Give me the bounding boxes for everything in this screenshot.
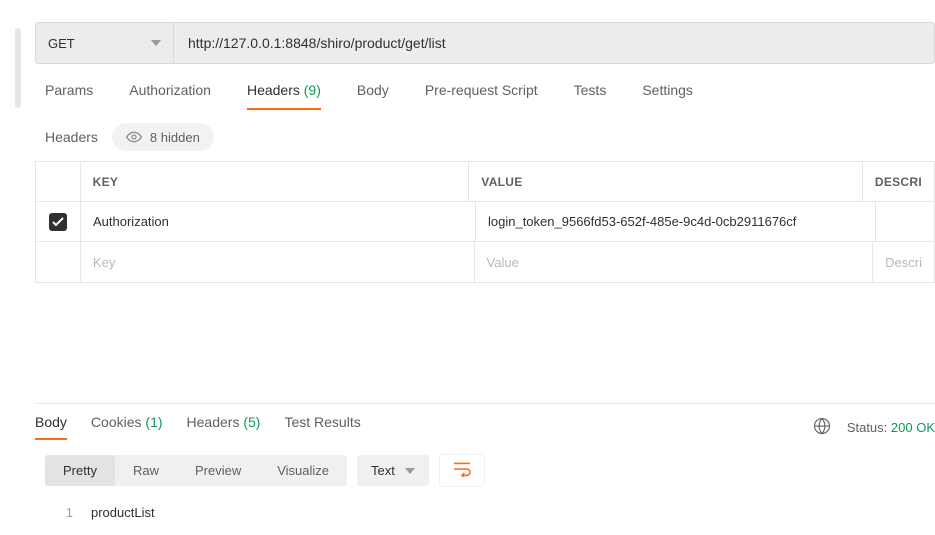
code-line: productList	[91, 505, 155, 520]
headers-table: KEY VALUE DESCRI Authorization login_tok…	[35, 161, 935, 283]
url-input[interactable]	[173, 22, 935, 64]
status-label: Status:	[847, 420, 887, 435]
sidebar-handle[interactable]	[15, 28, 21, 108]
view-preview[interactable]: Preview	[177, 455, 259, 486]
wrap-lines-button[interactable]	[439, 454, 485, 487]
resp-tab-test-results[interactable]: Test Results	[284, 414, 360, 440]
headers-table-row[interactable]: Authorization login_token_9566fd53-652f-…	[36, 202, 934, 242]
new-row-checkbox-cell	[36, 242, 81, 282]
response-body[interactable]: 1productList	[35, 495, 935, 521]
line-number: 1	[55, 505, 91, 520]
response-toolbar: Pretty Raw Preview Visualize Text	[35, 440, 935, 495]
tab-tests[interactable]: Tests	[574, 82, 607, 110]
eye-icon	[126, 129, 142, 145]
format-value: Text	[371, 463, 395, 478]
globe-icon[interactable]	[813, 417, 831, 438]
request-tabs: Params Authorization Headers (9) Body Pr…	[35, 66, 935, 111]
status-value: 200 OK	[891, 420, 935, 435]
method-select[interactable]: GET	[35, 22, 173, 64]
row-value[interactable]: login_token_9566fd53-652f-485e-9c4d-0cb2…	[476, 202, 876, 241]
view-raw[interactable]: Raw	[115, 455, 177, 486]
new-row-desc[interactable]: Descri	[873, 242, 934, 282]
tab-headers-count: (9)	[304, 82, 321, 98]
tab-settings[interactable]: Settings	[642, 82, 693, 110]
hidden-headers-toggle[interactable]: 8 hidden	[112, 123, 214, 151]
view-mode-segment: Pretty Raw Preview Visualize	[45, 455, 347, 486]
col-key: KEY	[81, 162, 470, 201]
headers-table-head: KEY VALUE DESCRI	[36, 162, 934, 202]
headers-table-new-row[interactable]: Key Value Descri	[36, 242, 934, 282]
new-row-key[interactable]: Key	[81, 242, 475, 282]
method-value: GET	[48, 36, 75, 51]
col-desc: DESCRI	[863, 162, 934, 201]
headers-title: Headers	[45, 129, 98, 145]
response-tabs: Body Cookies (1) Headers (5) Test Result…	[35, 414, 361, 440]
col-value: VALUE	[469, 162, 863, 201]
tab-body[interactable]: Body	[357, 82, 389, 110]
resp-tab-cookies[interactable]: Cookies (1)	[91, 414, 163, 440]
row-key[interactable]: Authorization	[81, 202, 476, 241]
resp-tab-cookies-count: (1)	[145, 414, 162, 430]
resp-tab-cookies-label: Cookies	[91, 414, 142, 430]
new-row-value[interactable]: Value	[475, 242, 874, 282]
chevron-down-icon	[405, 468, 415, 474]
col-checkbox	[36, 162, 81, 201]
resp-tab-headers-count: (5)	[243, 414, 260, 430]
tab-headers-label: Headers	[247, 82, 300, 98]
row-checkbox[interactable]	[49, 213, 67, 231]
tab-params[interactable]: Params	[45, 82, 93, 110]
headers-subheader: Headers 8 hidden	[35, 111, 935, 161]
request-bar: GET	[35, 22, 935, 64]
tab-authorization[interactable]: Authorization	[129, 82, 211, 110]
hidden-headers-label: 8 hidden	[150, 130, 200, 145]
status: Status: 200 OK	[847, 420, 935, 435]
tab-headers[interactable]: Headers (9)	[247, 82, 321, 110]
row-desc[interactable]	[876, 202, 934, 241]
resp-tab-headers-label: Headers	[187, 414, 240, 430]
resp-tab-body[interactable]: Body	[35, 414, 67, 440]
view-visualize[interactable]: Visualize	[259, 455, 347, 486]
chevron-down-icon	[151, 40, 161, 46]
response-header-bar: Body Cookies (1) Headers (5) Test Result…	[35, 403, 935, 440]
view-pretty[interactable]: Pretty	[45, 455, 115, 486]
tab-prerequest[interactable]: Pre-request Script	[425, 82, 538, 110]
row-checkbox-cell	[36, 202, 81, 241]
resp-tab-headers[interactable]: Headers (5)	[187, 414, 261, 440]
format-select[interactable]: Text	[357, 455, 429, 486]
